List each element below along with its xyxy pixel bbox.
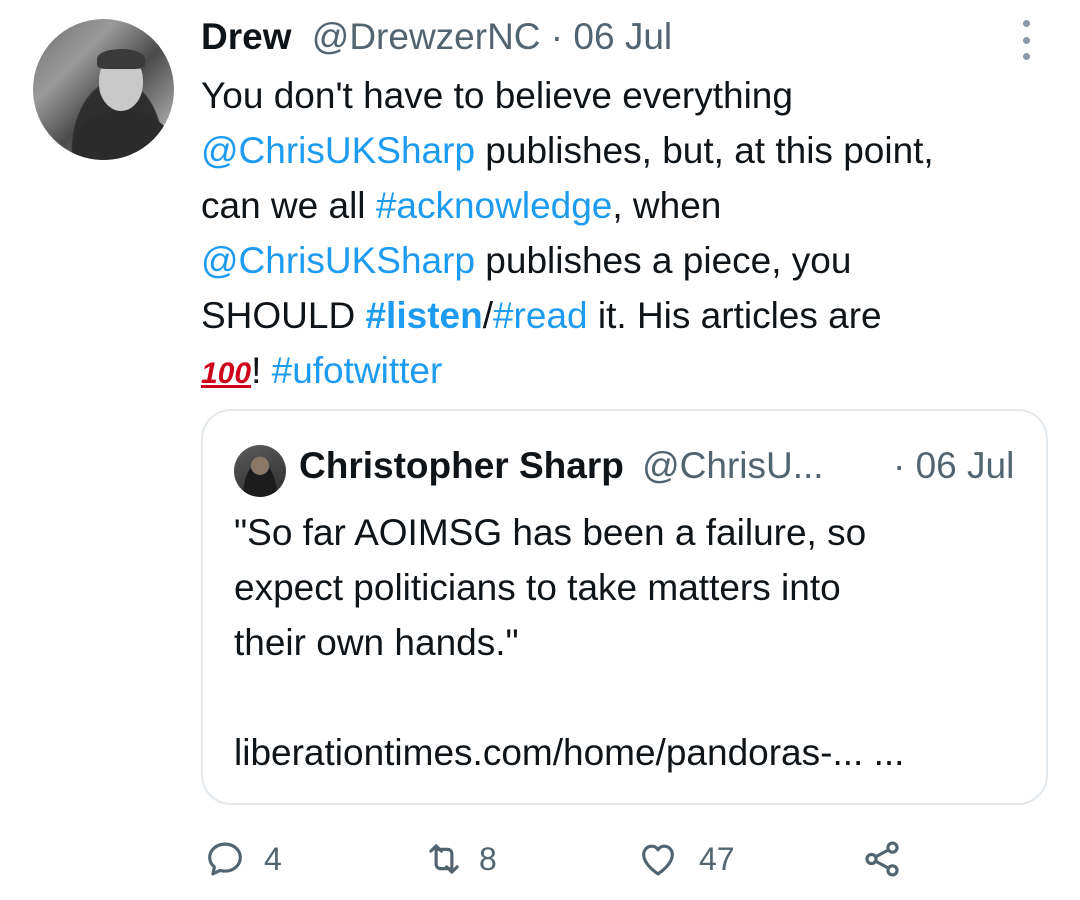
- reply-icon: [208, 842, 242, 876]
- tweet-line: SHOULD #listen/#read it. His articles ar…: [201, 288, 1061, 343]
- quoted-line: [234, 670, 1024, 725]
- quoted-tweet-card[interactable]: Christopher Sharp @ChrisU... · 06 Jul "S…: [201, 409, 1048, 805]
- tweet-date[interactable]: 06 Jul: [573, 16, 672, 57]
- avatar-figure-hair: [97, 49, 145, 69]
- text-segment: You don't have to believe everything: [201, 75, 793, 116]
- author-handle[interactable]: @DrewzerNC: [312, 16, 541, 57]
- text-segment: it. His articles are: [587, 295, 882, 336]
- like-count: 47: [699, 840, 735, 877]
- quoted-tweet-header: Christopher Sharp @ChrisU...: [299, 443, 824, 489]
- text-segment: !: [251, 350, 272, 391]
- quoted-author-handle: @ChrisU...: [642, 445, 824, 486]
- text-segment: publishes a piece, you: [475, 240, 852, 281]
- hashtag-link[interactable]: #ufotwitter: [272, 350, 443, 391]
- tweet-text: You don't have to believe everything @Ch…: [201, 68, 1061, 401]
- tweet-line: @ChrisUKSharp publishes, but, at this po…: [201, 123, 1061, 178]
- retweet-icon: [429, 844, 459, 874]
- text-segment: SHOULD: [201, 295, 366, 336]
- hashtag-link[interactable]: #read: [493, 295, 588, 336]
- text-segment: publishes, but, at this point,: [475, 130, 934, 171]
- more-dot: [1022, 20, 1030, 27]
- more-options-icon[interactable]: [1016, 20, 1036, 60]
- quoted-tweet-text: "So far AOIMSG has been a failure, so ex…: [234, 505, 1024, 780]
- quoted-line: expect politicians to take matters into: [234, 567, 841, 608]
- avatar-figure-body: [73, 111, 173, 160]
- share-button[interactable]: [861, 834, 903, 884]
- quoted-line: "So far AOIMSG has been a failure, so: [234, 512, 867, 553]
- text-segment: /: [482, 295, 493, 336]
- quoted-date-value: 06 Jul: [915, 445, 1015, 486]
- mention-link[interactable]: @ChrisUKSharp: [201, 240, 475, 281]
- quoted-link-line: liberationtimes.com/home/pandoras-... ..…: [234, 732, 905, 773]
- like-icon: [642, 844, 674, 876]
- quoted-tweet-date: · 06 Jul: [893, 443, 1014, 489]
- tweet-actions-bar: 4 8 47: [0, 834, 1080, 884]
- meta-separator: ·: [893, 445, 916, 486]
- reply-button[interactable]: 4: [204, 834, 282, 884]
- quoted-line: their own hands.": [234, 622, 519, 663]
- tweet-line: can we all #acknowledge, when: [201, 178, 1061, 233]
- mention-link[interactable]: @ChrisUKSharp: [201, 130, 475, 171]
- author-name[interactable]: Drew: [201, 16, 291, 57]
- author-avatar[interactable]: [33, 19, 174, 160]
- quoted-author-avatar: [234, 445, 286, 497]
- hundred-points-emoji: 100: [201, 357, 252, 390]
- retweet-count: 8: [479, 840, 497, 877]
- hashtag-link[interactable]: #listen: [365, 295, 482, 336]
- like-button[interactable]: 47: [637, 834, 735, 884]
- reply-count: 4: [264, 840, 282, 877]
- text-segment: can we all: [201, 185, 376, 226]
- quoted-author-name: Christopher Sharp: [299, 445, 624, 486]
- more-dot: [1022, 36, 1030, 44]
- retweet-button[interactable]: 8: [423, 834, 497, 884]
- tweet-line: 100! #ufotwitter: [201, 343, 1061, 401]
- meta-separator: ·: [540, 16, 574, 57]
- text-segment: , when: [612, 185, 722, 226]
- more-dot: [1022, 53, 1030, 60]
- tweet-line: You don't have to believe everything: [201, 68, 1061, 123]
- tweet-header: Drew @DrewzerNC · 06 Jul: [201, 14, 672, 60]
- hashtag-link[interactable]: #acknowledge: [376, 185, 613, 226]
- share-icon: [865, 841, 899, 877]
- tweet-line: @ChrisUKSharp publishes a piece, you: [201, 233, 1061, 288]
